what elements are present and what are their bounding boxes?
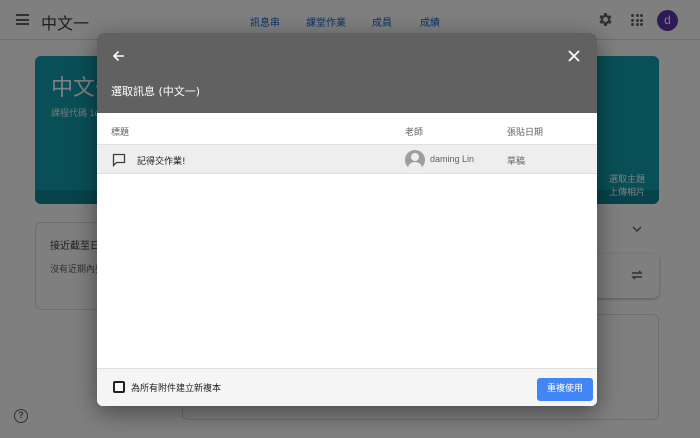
teacher-name: daming Lin — [430, 154, 475, 164]
column-header-teacher: 老師 — [405, 128, 424, 138]
post-date: 草稿 — [507, 157, 526, 167]
column-header-posted: 張貼日期 — [507, 128, 544, 138]
select-post-dialog: 選取訊息 (中文一) 標題 老師 張貼日期 記得交作業! daming Lin … — [97, 33, 597, 406]
column-header-title: 標題 — [111, 128, 130, 138]
reuse-button[interactable]: 重複使用 — [537, 378, 593, 401]
post-title: 記得交作業! — [137, 157, 186, 167]
close-icon[interactable] — [566, 48, 582, 64]
copy-attachments-checkbox[interactable] — [113, 381, 125, 393]
dialog-title: 選取訊息 (中文一) — [111, 85, 201, 98]
post-row[interactable]: 記得交作業! daming Lin 草稿 — [97, 144, 597, 174]
dialog-footer: 為所有附件建立新複本 重複使用 — [97, 368, 597, 406]
teacher-avatar — [405, 150, 425, 170]
back-arrow-icon[interactable] — [111, 48, 127, 64]
copy-attachments-label[interactable]: 為所有附件建立新複本 — [131, 381, 221, 394]
dialog-header: 選取訊息 (中文一) — [97, 33, 597, 113]
message-icon — [112, 153, 126, 167]
